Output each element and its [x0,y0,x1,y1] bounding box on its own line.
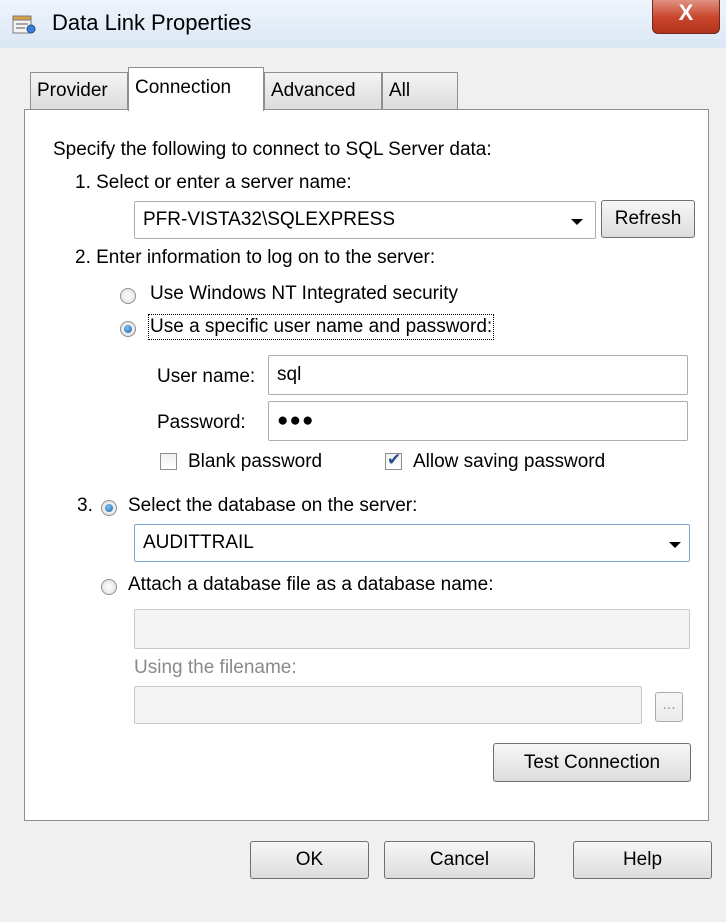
database-dropdown[interactable]: AUDITTRAIL [134,524,690,562]
help-button[interactable]: Help [573,841,712,879]
close-button[interactable]: X [652,0,720,34]
password-label: Password: [157,412,246,433]
password-input[interactable]: ●●● [268,401,688,441]
refresh-button[interactable]: Refresh [601,200,695,238]
filename-input[interactable] [134,686,642,724]
radio-attach-database[interactable] [101,579,117,595]
title-bar: Data Link Properties [0,0,726,48]
radio-nt-security-label[interactable]: Use Windows NT Integrated security [150,283,458,305]
username-label: User name: [157,366,256,387]
database-value: AUDITTRAIL [143,532,254,553]
tab-provider[interactable]: Provider [30,72,128,110]
tab-advanced[interactable]: Advanced [264,72,382,110]
chevron-down-icon[interactable] [669,542,681,548]
ok-button[interactable]: OK [250,841,369,879]
window-title: Data Link Properties [52,10,252,35]
data-link-app-icon [12,13,36,35]
server-name-value: PFR-VISTA32\SQLEXPRESS [143,209,396,230]
step2-label: 2. Enter information to log on to the se… [75,247,436,268]
browse-button[interactable]: ... [655,692,683,722]
allow-saving-password-checkbox[interactable] [385,450,402,470]
username-input[interactable]: sql [268,355,688,395]
radio-specific-user[interactable] [120,321,136,337]
radio-nt-security[interactable] [120,288,136,304]
chevron-down-icon[interactable] [571,219,583,225]
attach-database-name-input[interactable] [134,609,690,649]
step1-label: 1. Select or enter a server name: [75,172,352,193]
radio-specific-user-label[interactable]: Use a specific user name and password: [147,314,495,340]
cancel-button[interactable]: Cancel [384,841,535,879]
blank-password-checkbox[interactable] [160,453,177,470]
tab-connection[interactable]: Connection [128,67,264,111]
blank-password-label[interactable]: Blank password [188,451,322,473]
allow-saving-password-label[interactable]: Allow saving password [413,451,605,473]
step3-number: 3. [77,495,93,516]
radio-attach-database-label[interactable]: Attach a database file as a database nam… [128,574,493,596]
radio-select-database-label[interactable]: Select the database on the server: [128,495,417,517]
intro-text: Specify the following to connect to SQL … [53,139,492,160]
tab-all[interactable]: All [382,72,458,110]
test-connection-button[interactable]: Test Connection [493,743,691,782]
radio-select-database[interactable] [101,500,117,516]
using-filename-label: Using the filename: [134,657,297,678]
server-name-combobox[interactable]: PFR-VISTA32\SQLEXPRESS [134,201,596,239]
